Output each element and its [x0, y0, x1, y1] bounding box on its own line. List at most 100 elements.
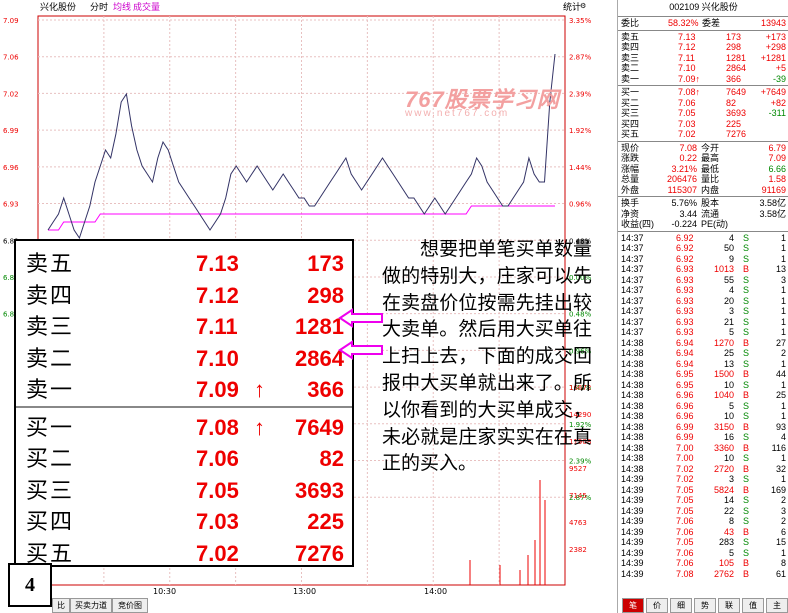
- level-price: 7.10: [678, 63, 696, 73]
- tick-side: S: [743, 348, 750, 358]
- stat-label: 收益(四): [621, 219, 654, 229]
- stat-label: 今开: [701, 142, 720, 153]
- tick-row: 14:37 6.93 4 S 1: [618, 285, 788, 295]
- tick-count: 4: [780, 432, 786, 442]
- tick-side: B: [743, 463, 750, 474]
- tick-count: 1: [780, 316, 786, 327]
- tick-vol: 14: [723, 495, 734, 505]
- tick-price: 6.94: [676, 337, 694, 348]
- buy-level: 买三 7.05 3693 -311: [618, 108, 788, 118]
- zoom-level-label: 卖五: [26, 251, 75, 276]
- stat-label: 总量: [621, 174, 640, 184]
- tick-row: 14:37 6.93 3 S 1: [618, 306, 788, 316]
- tick-vol: 283: [718, 537, 734, 547]
- stat-row: 涨幅 3.21% 最低 6.66: [618, 164, 788, 174]
- zoom-level-price: 7.06: [196, 446, 239, 471]
- tick-count: 61: [775, 568, 786, 579]
- zoom-sell-level: 卖三 7.11 1281: [16, 312, 352, 342]
- tick-price: 6.93: [676, 295, 694, 306]
- tick-count: 25: [775, 390, 786, 400]
- stat-value: 206476: [666, 174, 697, 184]
- level-vol: 3693: [726, 108, 747, 118]
- buy-level: 买二 7.06 82 +82: [618, 98, 788, 108]
- tick-price: 7.06: [676, 526, 694, 537]
- arrow-icon: [338, 308, 383, 328]
- zoom-level-vol: 82: [319, 446, 344, 471]
- sell-level: 卖四 7.12 298 +298: [618, 42, 788, 52]
- level-change: -39: [772, 73, 786, 84]
- tick-side: B: [743, 421, 750, 432]
- tick-count: 93: [775, 421, 786, 432]
- tick-side: S: [743, 243, 750, 253]
- stat-label: 流通: [701, 208, 720, 219]
- zoom-buy-level: 买一 7.08 7649 ↑: [16, 413, 352, 443]
- sell-level: 卖二 7.10 2864 +5: [618, 63, 788, 73]
- tick-vol: 4: [728, 232, 734, 243]
- zoom-sell-level: 卖五 7.13 173: [16, 249, 352, 279]
- panel-tab-1[interactable]: 价: [646, 598, 668, 613]
- level-label: 卖三: [621, 52, 640, 63]
- level-price: 7.05: [678, 108, 696, 118]
- x-tick: 14:00: [424, 587, 447, 596]
- tick-row: 14:39 7.06 105 B 8: [618, 558, 788, 568]
- zoom-level-label: 卖四: [26, 282, 75, 308]
- tick-time: 14:38: [621, 337, 644, 348]
- zoom-level-price: 7.03: [196, 509, 239, 534]
- tick-side: S: [743, 232, 750, 243]
- level-change: +173: [765, 31, 786, 42]
- tick-price: 6.96: [676, 390, 694, 400]
- zoom-level-label: 买一: [26, 414, 75, 440]
- level-label: 卖四: [621, 42, 640, 52]
- tick-count: 15: [775, 537, 786, 547]
- tab-buy-sell-force[interactable]: 买卖力道: [70, 598, 112, 613]
- tick-count: 8: [780, 558, 786, 568]
- tick-time: 14:38: [621, 453, 644, 463]
- panel-title: 002109 兴化股份: [669, 2, 738, 12]
- stat-value: 1.58: [768, 174, 786, 184]
- level-vol: 82: [726, 97, 737, 108]
- tick-time: 14:37: [621, 306, 644, 316]
- panel-tab-0[interactable]: 笔: [622, 598, 644, 613]
- tick-vol: 4: [728, 285, 734, 295]
- tick-side: S: [743, 306, 750, 316]
- tick-time: 14:37: [621, 253, 644, 264]
- tick-vol: 3360: [713, 442, 734, 453]
- tick-time: 14:38: [621, 400, 644, 411]
- panel-tab-3[interactable]: 势: [694, 598, 716, 613]
- tick-vol: 5: [728, 327, 734, 337]
- tick-price: 6.93: [676, 264, 694, 274]
- panel-tab-2[interactable]: 细: [670, 598, 692, 613]
- tick-row: 14:38 6.99 16 S 4: [618, 432, 788, 442]
- zoom-level-label: 买三: [26, 477, 75, 503]
- tick-price: 6.93: [676, 327, 694, 337]
- tick-side: B: [743, 337, 750, 348]
- level-change: -311: [768, 108, 786, 118]
- panel-tab-5[interactable]: 值: [742, 598, 764, 613]
- stat-label: 现价: [621, 142, 640, 153]
- tab-auction-chart[interactable]: 竞价图: [112, 598, 148, 613]
- tick-side: S: [743, 400, 750, 411]
- tick-side: S: [743, 274, 750, 285]
- tab-bi[interactable]: 比: [52, 598, 70, 613]
- ratio-value: 58.32%: [668, 18, 699, 28]
- tick-count: 1: [780, 474, 786, 484]
- tick-price: 7.05: [676, 484, 694, 495]
- tick-price: 6.93: [676, 316, 694, 327]
- zoom-level-vol: 3693: [295, 477, 344, 503]
- y-left-tick: 6.99: [3, 127, 19, 135]
- stat-label: 涨幅: [621, 163, 640, 174]
- stat-label: 涨跌: [621, 153, 640, 163]
- tick-side: S: [743, 327, 750, 337]
- tick-side: S: [743, 411, 750, 421]
- zoom-level-vol: 225: [307, 509, 344, 534]
- tick-count: 27: [775, 337, 786, 348]
- tick-row: 14:38 7.00 3360 B 116: [618, 443, 788, 453]
- tick-side: S: [743, 516, 750, 526]
- y-right-tick: 2.87%: [569, 54, 592, 62]
- tick-price: 6.92: [676, 232, 694, 243]
- tick-count: 1: [780, 232, 786, 243]
- order-book-zoom: 卖五 7.13 173 卖四 7.12 298 卖三 7.11 1281 卖二 7.10 2864 卖一…: [14, 239, 354, 567]
- panel-tab-6[interactable]: 主: [766, 598, 788, 613]
- zoom-sell-level: 卖四 7.12 298: [16, 281, 352, 311]
- panel-tab-4[interactable]: 联: [718, 598, 740, 613]
